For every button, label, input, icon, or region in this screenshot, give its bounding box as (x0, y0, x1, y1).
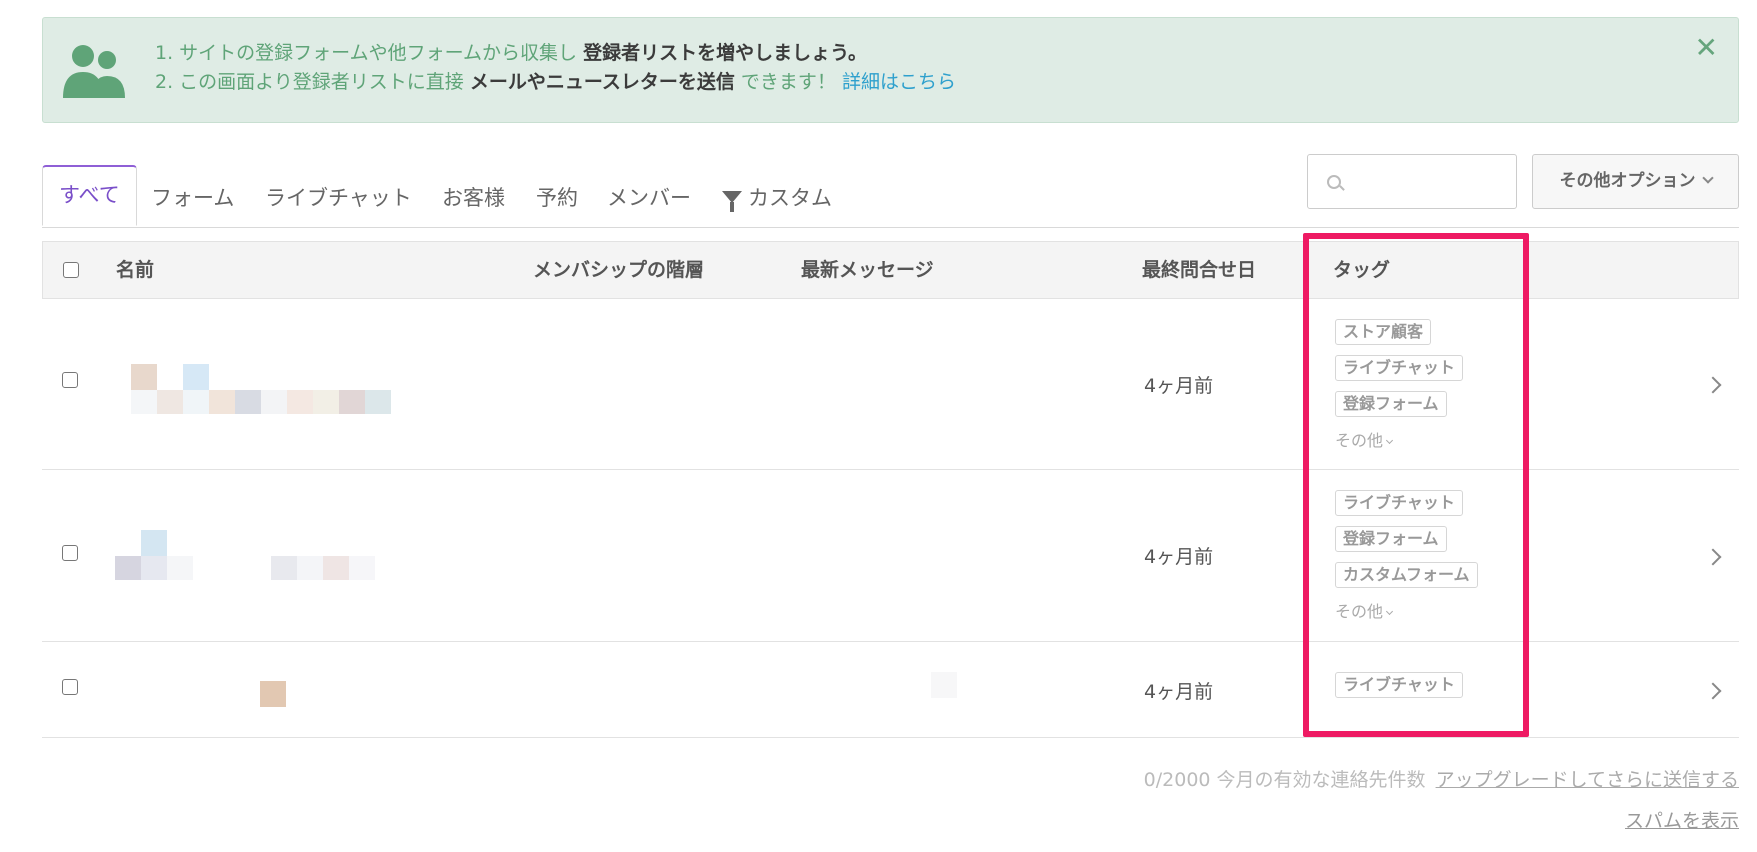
chevron-right-icon[interactable] (1704, 548, 1722, 566)
row-checkbox[interactable] (62, 679, 78, 695)
quota-info: 0/2000 今月の有効な連絡先件数 アップグレードしてさらに送信する (1144, 765, 1739, 792)
search-input[interactable] (1348, 165, 1512, 201)
column-header-membership[interactable]: メンバシップの階層 (533, 242, 704, 298)
row-checkbox[interactable] (62, 545, 78, 561)
show-spam-link[interactable]: スパムを表示 (1625, 806, 1739, 833)
last-contact-date: 4ヶ月前 (1144, 546, 1214, 568)
more-options-label: その他オプション (1559, 171, 1696, 191)
banner-line-2-bold: メールやニュースレターを送信 (469, 71, 735, 93)
last-contact-date: 4ヶ月前 (1144, 375, 1214, 397)
banner-line-1: 1. サイトの登録フォームや他フォームから収集し 登録者リストを増やしましょう。 (155, 38, 867, 65)
search-icon (1327, 175, 1341, 189)
tab-custom-label: カスタム (748, 186, 832, 210)
chevron-down-icon (1701, 172, 1714, 184)
chevron-right-icon[interactable] (1704, 682, 1722, 700)
tag-list: ライブチャット (1335, 672, 1463, 708)
table-row[interactable]: 4ヶ月前 ライブチャット (42, 642, 1739, 738)
filter-icon (722, 191, 742, 212)
more-tags-toggle[interactable]: その他 (1335, 427, 1463, 451)
details-link[interactable]: 詳細はこちら (842, 71, 956, 93)
tag-list: ストア顧客 ライブチャット 登録フォーム その他 (1335, 319, 1463, 451)
tag-badge[interactable]: 登録フォーム (1335, 526, 1447, 552)
select-all-checkbox[interactable] (63, 262, 79, 278)
row-checkbox[interactable] (62, 372, 78, 388)
column-header-latest-message[interactable]: 最新メッセージ (801, 242, 934, 298)
column-header-tags[interactable]: タッグ (1333, 242, 1390, 298)
tab-customers[interactable]: お客様 (442, 165, 505, 226)
tag-badge[interactable]: ライブチャット (1335, 355, 1463, 381)
more-tags-label: その他 (1335, 431, 1384, 450)
banner-line-2: 2. この画面より登録者リストに直接 メールやニュースレターを送信 できます！ … (155, 67, 956, 94)
table-row[interactable]: 4ヶ月前 ストア顧客 ライブチャット 登録フォーム その他 (42, 299, 1739, 470)
table-row[interactable]: 4ヶ月前 ライブチャット 登録フォーム カスタムフォーム その他 (42, 470, 1739, 642)
banner-line-1-bold: 登録者リストを増やしましょう。 (583, 42, 867, 64)
tag-badge[interactable]: ストア顧客 (1335, 319, 1432, 345)
banner-line-1-text: 1. サイトの登録フォームや他フォームから収集し (155, 42, 584, 64)
quota-text: 0/2000 今月の有効な連絡先件数 (1143, 769, 1426, 791)
search-box[interactable] (1307, 154, 1517, 209)
tag-badge[interactable]: ライブチャット (1335, 490, 1463, 516)
tab-all[interactable]: すべて (42, 165, 137, 226)
column-header-last-contact[interactable]: 最終問合せ日 (1142, 242, 1256, 298)
chevron-down-icon (1385, 436, 1394, 445)
tag-badge[interactable]: カスタムフォーム (1335, 562, 1478, 588)
info-banner: 1. サイトの登録フォームや他フォームから収集し 登録者リストを増やしましょう。… (42, 17, 1739, 123)
chevron-right-icon[interactable] (1704, 376, 1722, 394)
tab-members[interactable]: メンバー (607, 165, 691, 226)
chevron-down-icon (1385, 607, 1394, 616)
more-options-button[interactable]: その他オプション (1532, 154, 1739, 209)
table-header: 名前 メンバシップの階層 最新メッセージ 最終問合せ日 タッグ (42, 241, 1739, 299)
column-header-name[interactable]: 名前 (116, 242, 154, 298)
more-tags-label: その他 (1335, 602, 1384, 621)
upgrade-link[interactable]: アップグレードしてさらに送信する (1436, 769, 1739, 791)
tag-list: ライブチャット 登録フォーム カスタムフォーム その他 (1335, 490, 1478, 622)
tab-bookings[interactable]: 予約 (536, 165, 578, 226)
close-icon[interactable]: ✕ (1695, 34, 1718, 62)
tab-forms[interactable]: フォーム (151, 165, 234, 226)
tab-custom[interactable]: カスタム (722, 165, 832, 226)
last-contact-date: 4ヶ月前 (1144, 681, 1214, 703)
banner-line-2-after: できます！ (734, 71, 842, 93)
users-icon (63, 45, 125, 98)
banner-line-2-text: 2. この画面より登録者リストに直接 (155, 71, 470, 93)
tab-live-chat[interactable]: ライブチャット (265, 165, 412, 226)
tag-badge[interactable]: 登録フォーム (1335, 391, 1447, 417)
more-tags-toggle[interactable]: その他 (1335, 598, 1478, 622)
tag-badge[interactable]: ライブチャット (1335, 672, 1463, 698)
